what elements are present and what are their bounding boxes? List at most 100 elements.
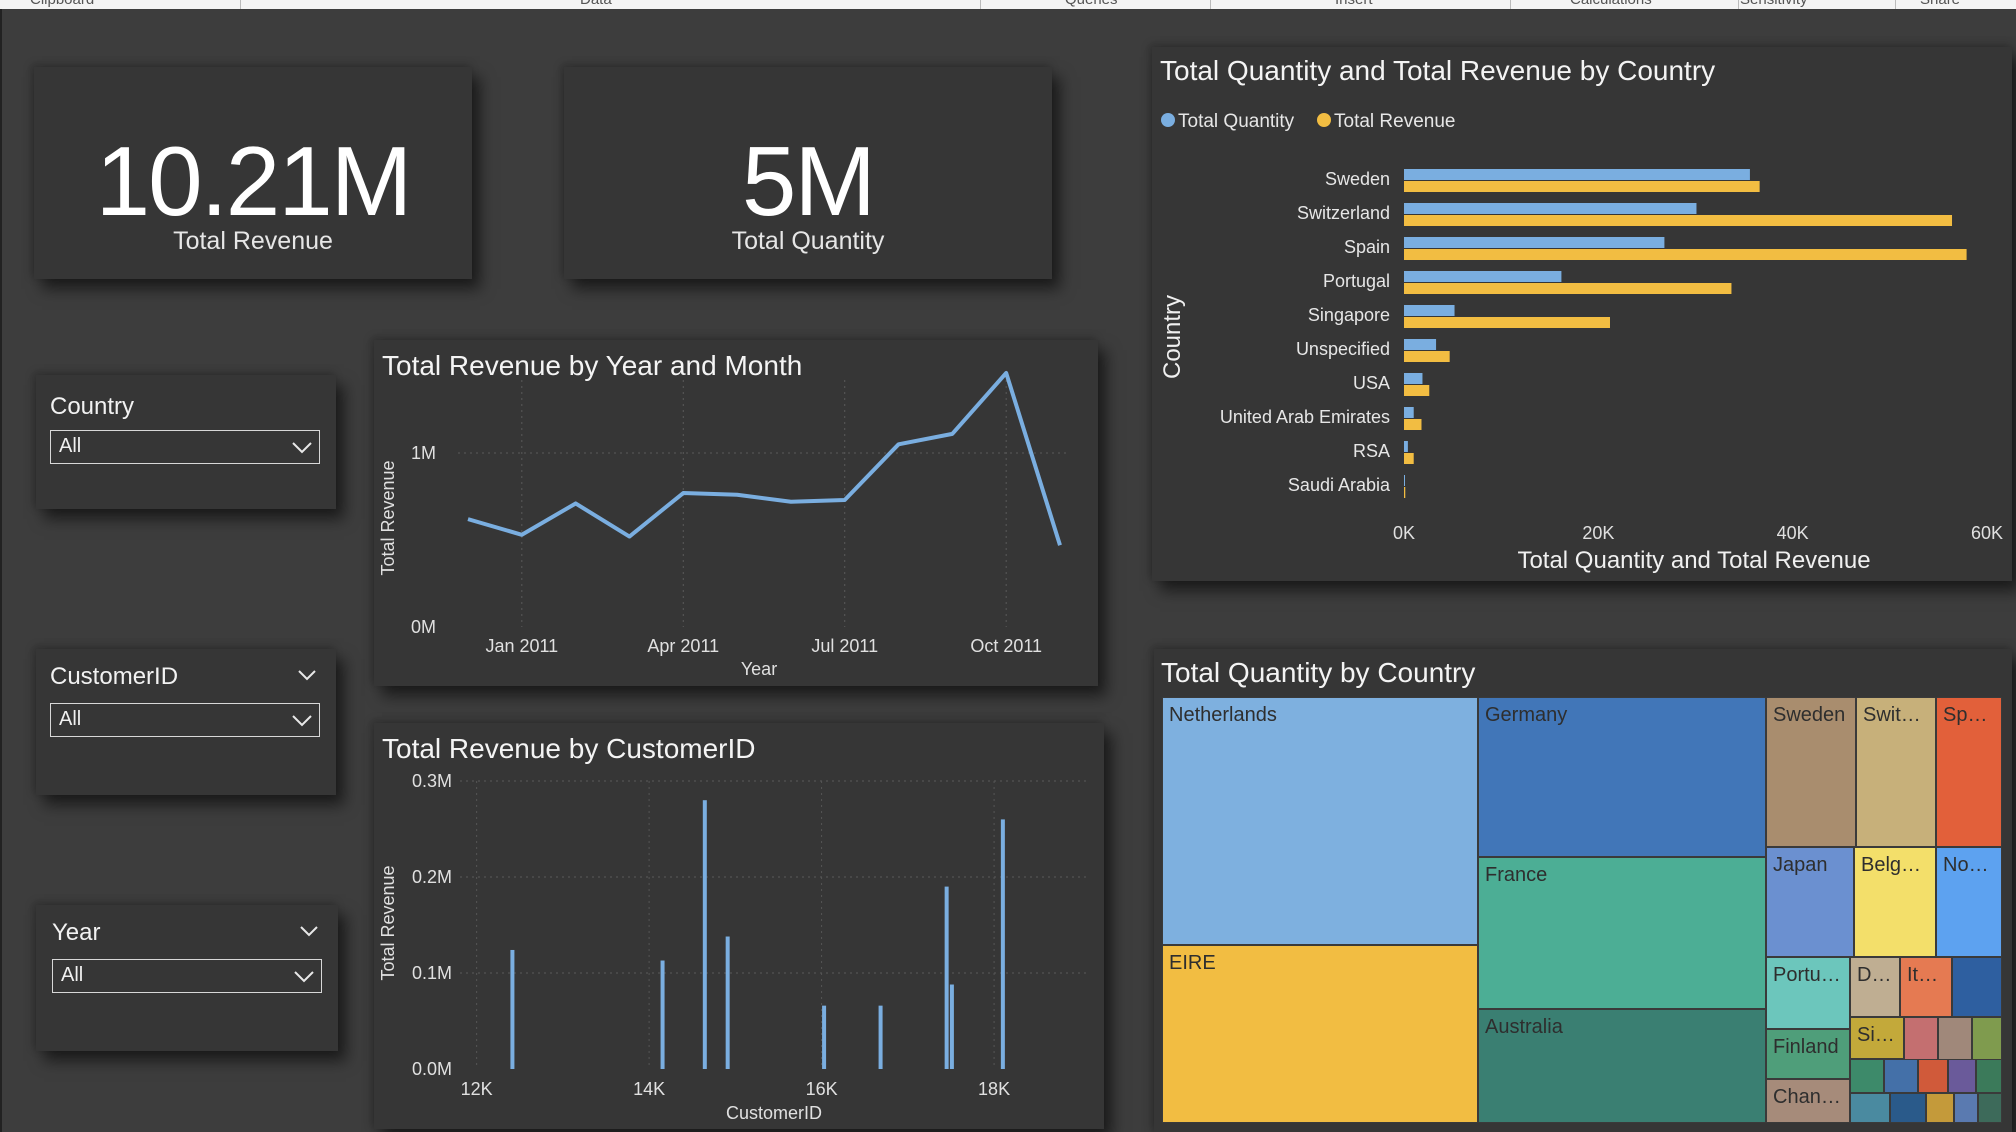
treemap-cell-label: Swit… <box>1863 704 1921 726</box>
treemap-cell-label: Portu… <box>1773 964 1841 986</box>
treemap-cell[interactable]: Sp… <box>1936 697 2002 847</box>
y-tick-label: 0.1M <box>412 963 452 983</box>
ribbon-group-label: Insert <box>1335 0 1373 8</box>
revenue-bar <box>1404 453 1414 464</box>
customer-bar <box>944 886 949 1069</box>
y-tick-label: 1M <box>411 443 436 463</box>
legend-marker <box>1317 113 1331 127</box>
treemap-cell[interactable]: Swit… <box>1856 697 1936 847</box>
y-tick-label: 0.2M <box>412 867 452 887</box>
kpi-value: 10.21M <box>95 126 413 236</box>
quantity-bar <box>1404 339 1437 350</box>
legend-label: Total Revenue <box>1334 111 1455 132</box>
treemap-cell[interactable]: Portu… <box>1766 957 1850 1029</box>
treemap-cell[interactable]: Sweden <box>1766 697 1856 847</box>
y-tick-label: 0.0M <box>412 1059 452 1079</box>
x-tick-label: Oct 2011 <box>970 636 1042 656</box>
treemap-cell-label: France <box>1485 864 1548 886</box>
treemap-cell[interactable] <box>1978 1093 2002 1123</box>
customerid-dropdown[interactable]: All <box>50 703 320 737</box>
legend-label: Total Quantity <box>1178 111 1295 132</box>
chevron-down-icon <box>294 971 314 983</box>
slicer-title: Country <box>50 393 135 420</box>
ribbon-separator <box>1895 0 1896 9</box>
treemap-cell[interactable]: France <box>1478 857 1766 1009</box>
quantity-bar <box>1404 169 1750 180</box>
treemap: Netherlands EIRE Germany France Australia Swe… <box>1162 697 2006 1123</box>
customerid-slicer: CustomerID All <box>36 649 336 795</box>
treemap-cell[interactable]: Chan… <box>1766 1079 1850 1123</box>
x-tick-label: 14K <box>633 1079 665 1099</box>
treemap-cell[interactable] <box>1918 1059 1948 1093</box>
customer-bar <box>949 984 954 1069</box>
revenue-bar <box>1404 215 1953 226</box>
treemap-cell[interactable]: Si… <box>1850 1017 1904 1059</box>
ribbon-group-label: Calculations <box>1570 0 1652 8</box>
ribbon-separator <box>980 0 981 9</box>
x-tick-label: Apr 2011 <box>647 636 719 656</box>
quantity-bar <box>1404 305 1455 316</box>
category-label: Spain <box>1344 237 1390 257</box>
treemap-cell[interactable] <box>1972 1017 2002 1061</box>
treemap-cell[interactable]: Australia <box>1478 1009 1766 1123</box>
treemap-card[interactable]: Total Quantity by Country Netherlands EIR… <box>1154 649 2012 1132</box>
treemap-cell-label: It… <box>1907 964 1939 986</box>
country-bar-chart: Total Quantity Total Revenue Sweden Switzer… <box>1159 111 2003 574</box>
treemap-cell[interactable] <box>1938 1017 1972 1061</box>
quantity-bar <box>1404 373 1423 384</box>
customer-bar <box>702 800 707 1069</box>
treemap-cell[interactable] <box>1954 1093 1978 1123</box>
treemap-cell[interactable] <box>1850 1093 1890 1123</box>
chevron-down-icon <box>292 442 312 454</box>
treemap-cell[interactable]: Germany <box>1478 697 1766 857</box>
ribbon-group-label: Share <box>1920 0 1960 8</box>
treemap-cell[interactable] <box>1890 1093 1926 1123</box>
chevron-down-icon[interactable] <box>298 920 320 942</box>
category-label: Unspecified <box>1296 339 1390 359</box>
treemap-cell[interactable]: It… <box>1900 957 1952 1017</box>
treemap-cell[interactable] <box>1850 1059 1884 1093</box>
quantity-kpi-card[interactable]: 5M Total Quantity <box>564 67 1052 279</box>
quantity-bar <box>1404 237 1665 248</box>
treemap-cell[interactable] <box>1904 1017 1938 1061</box>
report-canvas: 10.21M Total Revenue 5M Total Quantity C… <box>0 9 2016 1132</box>
year-dropdown[interactable]: All <box>52 959 322 993</box>
dropdown-value: All <box>61 964 84 986</box>
treemap-cell-label: No… <box>1943 854 1989 876</box>
treemap-cell[interactable]: Belg… <box>1854 847 1936 957</box>
ribbon-bar: Clipboard Data Queries Insert Calculations Se… <box>0 0 2016 9</box>
revenue-line-chart-card[interactable]: Total Revenue by Year and Month 0M 1M Jan … <box>374 340 1098 686</box>
revenue-bar <box>1404 249 1967 260</box>
treemap-cell[interactable]: EIRE <box>1162 945 1478 1123</box>
country-bar-chart-card[interactable]: Total Quantity and Total Revenue by Coun… <box>1152 47 2012 581</box>
customer-bar <box>510 949 515 1069</box>
chevron-down-icon[interactable] <box>296 664 318 686</box>
treemap-cell[interactable]: No… <box>1936 847 2002 957</box>
x-tick-label: 40K <box>1777 523 1809 543</box>
treemap-cell[interactable] <box>1952 957 2002 1017</box>
treemap-cell[interactable]: D… <box>1850 957 1900 1017</box>
treemap-cell[interactable] <box>1926 1093 1954 1123</box>
treemap-cell[interactable]: Finland <box>1766 1029 1850 1079</box>
revenue-bar <box>1404 181 1760 192</box>
category-label: United Arab Emirates <box>1220 407 1390 427</box>
ribbon-separator <box>240 0 241 9</box>
treemap-cell[interactable] <box>1884 1059 1918 1093</box>
revenue-kpi-card[interactable]: 10.21M Total Revenue <box>34 67 472 279</box>
legend-marker <box>1161 113 1175 127</box>
customer-revenue-chart-card[interactable]: Total Revenue by CustomerID 0.0M 0.1M 0.2M… <box>374 723 1104 1129</box>
treemap-cell-label: EIRE <box>1169 952 1216 974</box>
line-chart: 0M 1M Jan 2011 Apr 2011 Jul 2011 Oct 2011 Year… <box>378 370 1070 679</box>
country-slicer: Country All <box>36 375 336 509</box>
kpi-label: Total Revenue <box>173 227 333 255</box>
treemap-cell-label: Chan… <box>1773 1086 1841 1108</box>
treemap-cell[interactable]: Japan <box>1766 847 1854 957</box>
country-dropdown[interactable]: All <box>50 430 320 464</box>
treemap-cell[interactable] <box>1948 1059 1976 1093</box>
treemap-cell[interactable]: Netherlands <box>1162 697 1478 945</box>
y-axis-title: Total Revenue <box>378 865 398 980</box>
revenue-bar <box>1404 487 1406 498</box>
category-label: USA <box>1353 373 1390 393</box>
treemap-cell-label: Netherlands <box>1169 704 1277 726</box>
treemap-cell[interactable] <box>1976 1059 2002 1093</box>
